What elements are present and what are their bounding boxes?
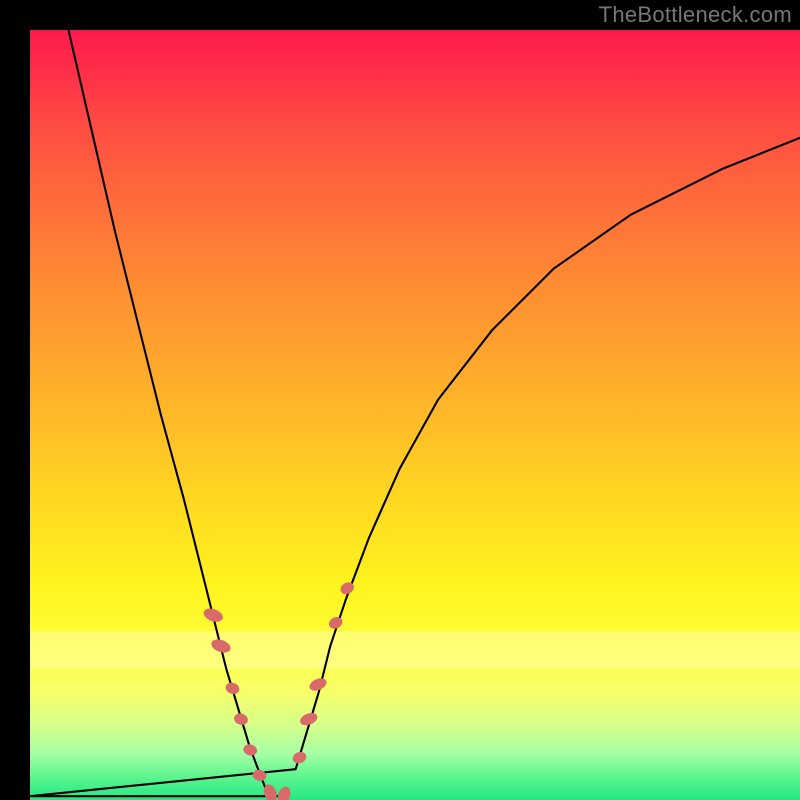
chart-svg (30, 30, 800, 800)
marker-point (242, 743, 258, 757)
marker-point (327, 615, 345, 631)
marker-point (202, 606, 225, 624)
marker-point (210, 637, 233, 655)
marker-point (233, 712, 250, 727)
marker-point (308, 676, 329, 693)
marker-point (291, 750, 308, 765)
watermark-text: TheBottleneck.com (599, 2, 792, 28)
plot-area (30, 30, 800, 800)
curve-left (69, 30, 269, 796)
chart-frame: TheBottleneck.com (0, 0, 800, 800)
marker-point (275, 785, 292, 800)
curve-right (30, 138, 800, 796)
marker-point (251, 768, 267, 782)
marker-point (224, 681, 241, 696)
marker-group (202, 580, 356, 800)
